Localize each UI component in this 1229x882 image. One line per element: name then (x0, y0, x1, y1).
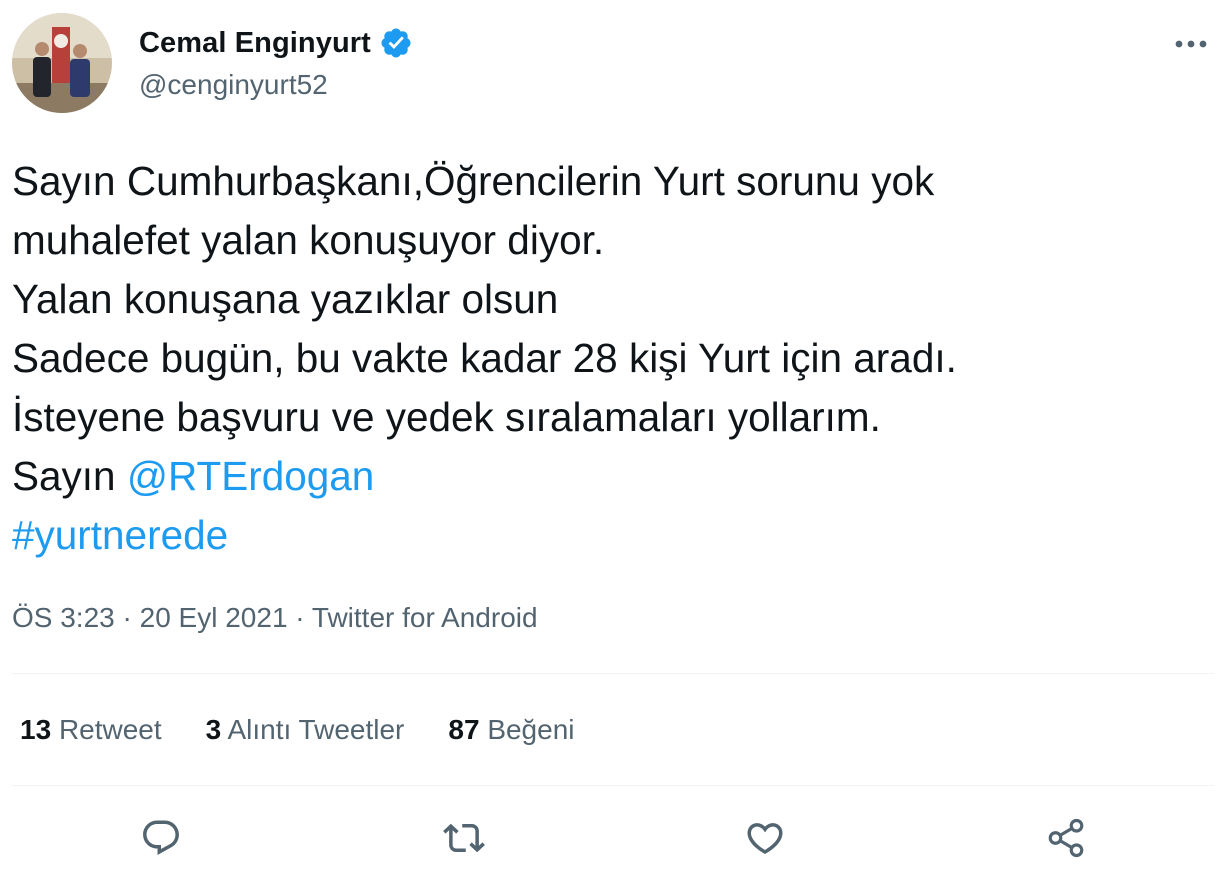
like-button[interactable] (741, 814, 789, 862)
tweet-mention-line: Sayın @RTErdogan (12, 447, 1212, 506)
divider (12, 785, 1214, 786)
author-name-row: Cemal Enginyurt (139, 26, 413, 60)
profile-photo (12, 13, 112, 113)
tweet-hashtag-line: #yurtnerede (12, 506, 1212, 565)
divider (12, 673, 1214, 674)
tweet-line: Sadece bugün, bu vakte kadar 28 kişi Yur… (12, 335, 957, 381)
retweet-count-stat[interactable]: 13 Retweet (20, 712, 162, 748)
retweet-icon (443, 823, 485, 853)
quote-label: Alıntı Tweetler (227, 714, 405, 745)
mention-link[interactable]: @RTErdogan (127, 453, 375, 499)
author-handle[interactable]: @cenginyurt52 (139, 68, 328, 102)
like-count: 87 (448, 714, 480, 745)
more-dots-icon (1175, 40, 1207, 48)
mention-prefix: Sayın (12, 453, 127, 499)
reply-icon (143, 820, 179, 855)
retweet-label: Retweet (58, 714, 162, 745)
more-options-button[interactable] (1169, 24, 1213, 64)
tweet-text: Sayın Cumhurbaşkanı,Öğrencilerin Yurt so… (12, 152, 1212, 565)
tweet-source[interactable]: Twitter for Android (312, 602, 538, 633)
quote-count-stat[interactable]: 3 Alıntı Tweetler (206, 712, 405, 748)
meta-separator: · (114, 602, 140, 633)
reply-button[interactable] (137, 814, 185, 862)
meta-separator: · (287, 602, 312, 633)
tweet-date[interactable]: 20 Eyl 2021 (140, 602, 288, 633)
hashtag-link[interactable]: #yurtnerede (12, 512, 228, 558)
retweet-count: 13 (20, 714, 52, 745)
author-display-name[interactable]: Cemal Enginyurt (139, 26, 371, 60)
share-button[interactable] (1042, 814, 1090, 862)
tweet-line: muhalefet yalan konuşuyor diyor. (12, 217, 605, 263)
like-count-stat[interactable]: 87 Beğeni (448, 712, 574, 748)
share-icon (1048, 818, 1084, 858)
like-icon (747, 823, 783, 855)
tweet-line: Yalan konuşana yazıklar olsun (12, 276, 559, 322)
tweet-line: İsteyene başvuru ve yedek sıralamaları y… (12, 394, 881, 440)
tweet-meta: ÖS 3:23 · 20 Eyl 2021 · Twitter for Andr… (12, 600, 538, 636)
like-label: Beğeni (487, 714, 575, 745)
tweet-time[interactable]: ÖS 3:23 (12, 602, 115, 633)
retweet-button[interactable] (440, 814, 488, 862)
verified-badge-icon (379, 26, 413, 60)
tweet-stats: 13 Retweet 3 Alıntı Tweetler 87 Beğeni (20, 712, 575, 748)
tweet-line: Sayın Cumhurbaşkanı,Öğrencilerin Yurt so… (12, 158, 935, 204)
avatar[interactable] (12, 13, 112, 113)
quote-count: 3 (205, 714, 222, 745)
